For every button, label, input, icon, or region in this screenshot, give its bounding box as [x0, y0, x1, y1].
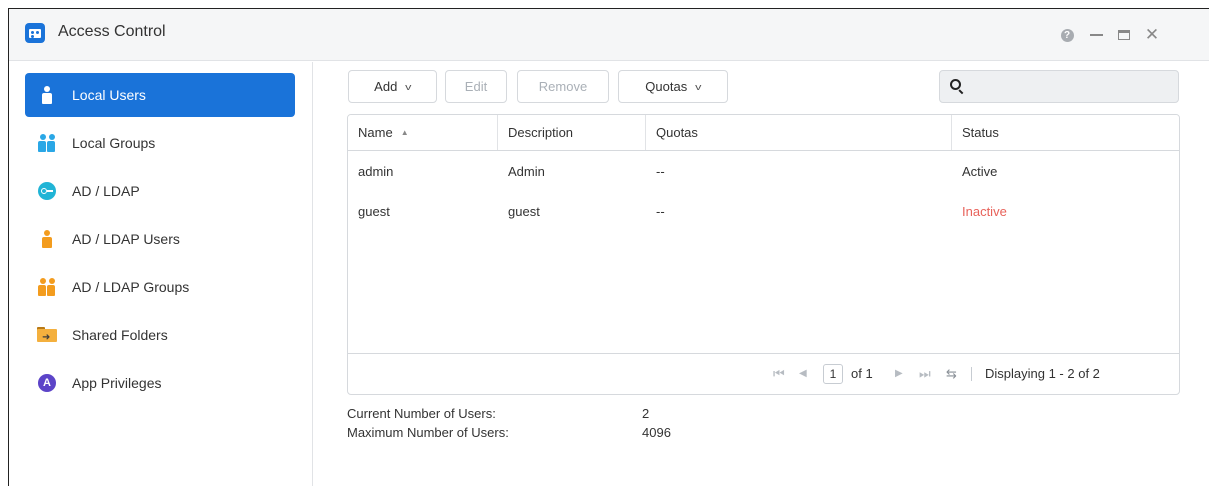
sidebar-item-shared-folders[interactable]: ➜ Shared Folders [25, 313, 295, 357]
pager-divider [971, 367, 972, 381]
sidebar-item-app-privileges[interactable]: A App Privileges [25, 361, 295, 405]
sidebar: Local Users Local Groups AD / LDAP AD / … [9, 62, 313, 486]
table-header: Name ▲ Description Quotas Status [348, 115, 1179, 151]
remove-button-label: Remove [538, 79, 588, 94]
pagination-bar: ⏮ ◀ 1 of 1 ▶ ⏭ ⇆ Displaying 1 - 2 of 2 [348, 353, 1179, 394]
displaying-count: Displaying 1 - 2 of 2 [985, 366, 1100, 381]
group-icon [37, 277, 57, 297]
person-icon [37, 85, 57, 105]
previous-page-icon[interactable]: ◀ [799, 368, 807, 379]
access-control-window: Access Control ? ✕ Local Users Local Gro… [8, 8, 1209, 486]
sidebar-item-label: Local Users [72, 87, 146, 103]
main-panel: Add v Edit Remove Quotas v Name ▲ Descrip… [314, 62, 1209, 486]
cell-status: Inactive [962, 204, 1007, 219]
column-header-name[interactable]: Name ▲ [348, 115, 498, 150]
table-row[interactable]: admin Admin -- Active [348, 152, 1179, 192]
refresh-icon[interactable]: ⇆ [946, 366, 957, 382]
column-header-description[interactable]: Description [498, 115, 646, 150]
cell-quotas: -- [656, 164, 665, 179]
sidebar-item-label: AD / LDAP Users [72, 231, 180, 247]
page-number-input[interactable]: 1 [823, 364, 843, 384]
next-page-icon[interactable]: ▶ [895, 368, 903, 379]
max-users-label: Maximum Number of Users: [347, 425, 509, 440]
sidebar-item-label: App Privileges [72, 375, 162, 391]
help-glyph: ? [1060, 28, 1074, 42]
current-users-value: 2 [642, 406, 650, 421]
edit-button[interactable]: Edit [445, 70, 507, 103]
window-title: Access Control [58, 23, 166, 40]
quotas-button[interactable]: Quotas v [618, 70, 728, 103]
remove-button[interactable]: Remove [517, 70, 609, 103]
cell-name: admin [358, 164, 394, 179]
cell-description: Admin [508, 164, 545, 179]
cell-description: guest [508, 204, 540, 219]
sort-ascending-icon: ▲ [400, 128, 409, 137]
person-icon [37, 229, 57, 249]
sidebar-item-label: Local Groups [72, 135, 156, 151]
current-users-label: Current Number of Users: [347, 406, 496, 421]
column-header-label: Quotas [656, 125, 698, 140]
help-icon[interactable]: ? [1057, 25, 1077, 45]
sidebar-item-local-users[interactable]: Local Users [25, 73, 295, 117]
access-control-app-icon [25, 23, 45, 43]
max-users-value: 4096 [642, 425, 671, 440]
minimize-icon[interactable] [1086, 25, 1106, 45]
cell-name: guest [358, 204, 390, 219]
sidebar-item-label: Shared Folders [72, 327, 168, 343]
users-table: Name ▲ Description Quotas Status admin Ad… [347, 114, 1180, 395]
page-count: of 1 [851, 366, 873, 381]
title-bar: Access Control ? ✕ [9, 9, 1209, 61]
cell-quotas: -- [656, 204, 665, 219]
quotas-button-label: Quotas [645, 79, 688, 94]
column-header-label: Description [508, 125, 574, 140]
column-header-label: Status [962, 125, 999, 140]
chevron-down-icon: v [695, 81, 702, 92]
add-button-label: Add [374, 79, 398, 94]
column-header-label: Name [358, 125, 393, 140]
sidebar-item-ad-ldap-users[interactable]: AD / LDAP Users [25, 217, 295, 261]
last-page-icon[interactable]: ⏭ [919, 366, 931, 382]
sidebar-item-ad-ldap[interactable]: AD / LDAP [25, 169, 295, 213]
chevron-down-icon: v [405, 81, 412, 92]
column-header-status[interactable]: Status [952, 115, 1179, 150]
key-icon [38, 182, 56, 200]
search-box [939, 70, 1179, 103]
folder-icon: ➜ [37, 327, 57, 343]
search-input[interactable] [972, 71, 1172, 102]
maximize-icon[interactable] [1114, 25, 1134, 45]
sidebar-item-local-groups[interactable]: Local Groups [25, 121, 295, 165]
add-button[interactable]: Add v [348, 70, 437, 103]
first-page-icon[interactable]: ⏮ [773, 366, 785, 382]
close-icon[interactable]: ✕ [1142, 25, 1162, 45]
column-header-quotas[interactable]: Quotas [646, 115, 952, 150]
search-icon [950, 79, 964, 95]
privilege-icon: A [38, 374, 56, 392]
sidebar-item-label: AD / LDAP [72, 183, 140, 199]
edit-button-label: Edit [464, 79, 488, 94]
table-row[interactable]: guest guest -- Inactive [348, 192, 1179, 232]
sidebar-item-ad-ldap-groups[interactable]: AD / LDAP Groups [25, 265, 295, 309]
cell-status: Active [962, 164, 998, 179]
sidebar-item-label: AD / LDAP Groups [72, 279, 190, 295]
group-icon [37, 133, 57, 153]
